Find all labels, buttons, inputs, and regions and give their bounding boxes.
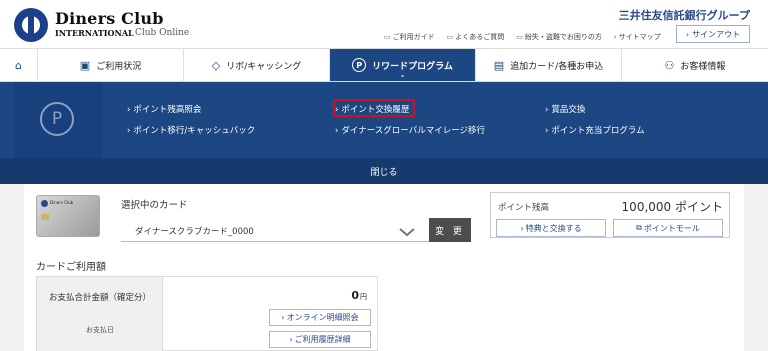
menu-link-balance[interactable]: › ポイント残高照会 <box>127 103 201 115</box>
main-nav: ⌂ ▣ ご利用状況 ◇ リボ/キャッシング P リワードプログラム ⌄ ▤ 追加… <box>0 48 768 82</box>
points-value: 100,000 ポイント <box>621 200 723 214</box>
exchange-rewards-label: 特典と交換する <box>525 223 582 233</box>
point-mall-label: ポイントモール <box>643 223 700 233</box>
clipboard-icon: ▣ <box>79 58 91 72</box>
chevron-right-icon: › <box>685 29 690 39</box>
chevron-right-icon: › <box>520 223 524 233</box>
point-mall-button[interactable]: ⧉ ポイントモール <box>613 219 723 237</box>
usage-amount: 0円 <box>351 289 367 302</box>
p-circle-icon: P <box>40 102 74 136</box>
menu-link-allocation-label: ポイント充当プログラム <box>551 126 645 136</box>
brand-service: Club Online <box>135 28 190 38</box>
points-label: ポイント残高 <box>498 203 550 213</box>
nav-customer[interactable]: ⚇ お客様情報 <box>622 49 768 81</box>
warning-icon: ▭ <box>516 33 523 41</box>
question-icon: ▭ <box>446 33 454 41</box>
diners-logo-icon[interactable] <box>14 8 48 42</box>
usage-history-button[interactable]: › ご利用履歴詳細 <box>269 331 371 348</box>
points-box: ポイント残高 100,000 ポイント › 特典と交換する ⧉ ポイントモール <box>490 192 730 238</box>
menu-link-allocation[interactable]: › ポイント充当プログラム <box>545 124 645 136</box>
usage-row-sub: お支払日 <box>86 326 114 334</box>
menu-link-transfer[interactable]: › ポイント移行/キャッシュバック <box>127 124 255 136</box>
chevron-down-icon <box>399 228 415 237</box>
diamond-icon: ◇ <box>211 58 221 72</box>
signout-button[interactable]: › サインアウト <box>676 25 750 43</box>
usage-title: カードご利用額 <box>36 262 106 273</box>
chevron-right-icon: › <box>281 313 285 322</box>
chevron-right-icon: › <box>127 105 131 115</box>
home-icon: ⌂ <box>15 58 22 72</box>
menu-link-balance-label: ポイント残高照会 <box>133 105 202 115</box>
nav-usage[interactable]: ▣ ご利用状況 <box>38 49 184 81</box>
p-circle-icon: P <box>352 58 367 72</box>
nav-usage-label: ご利用状況 <box>96 61 142 72</box>
document-icon: ▭ <box>384 33 391 41</box>
card-select-value: ダイナースクラブカード_0000 <box>135 226 254 237</box>
change-card-label: 変 更 <box>435 226 465 237</box>
usage-amount-value: 0 <box>351 289 359 302</box>
header: Diners Club INTERNATIONAL Club Online 三井… <box>0 0 768 48</box>
menu-link-prizes-label: 賞品交換 <box>551 105 586 115</box>
nav-home[interactable]: ⌂ <box>0 49 38 81</box>
util-link-faq-label: よくあるご質問 <box>455 33 505 41</box>
external-link-icon: ⧉ <box>636 223 642 232</box>
signout-label: サインアウト <box>692 29 741 39</box>
menu-link-prizes[interactable]: › 賞品交換 <box>545 103 585 115</box>
util-link-faq[interactable]: ▭ よくあるご質問 <box>447 32 505 42</box>
usage-amount-unit: 円 <box>360 293 367 301</box>
card-image: Diners Club <box>36 195 100 237</box>
nav-customer-label: お客様情報 <box>680 61 726 72</box>
page: Diners Club INTERNATIONAL Club Online 三井… <box>0 0 768 351</box>
util-link-sitemap[interactable]: › サイトマップ <box>614 32 661 42</box>
brand-sub: INTERNATIONAL <box>55 28 134 38</box>
chevron-right-icon: › <box>613 33 617 41</box>
rewards-mega-menu: P <box>0 82 768 158</box>
card-logo-icon <box>41 200 48 207</box>
utility-links: ▭ ご利用ガイド ▭ よくあるご質問 ▭ 紛失・盗難でお困りの方 › サイトマップ <box>384 32 661 42</box>
menu-link-mileage[interactable]: › ダイナースグローバルマイレージ移行 <box>335 124 485 136</box>
usage-row-label: お支払合計金額（確定分） <box>48 293 151 303</box>
close-menu-button[interactable]: 閉じる <box>0 158 768 184</box>
main-content: Diners Club 選択中のカード ダイナースクラブカード_0000 変 更… <box>24 184 744 351</box>
nav-add-card-label: 追加カード/各種お申込 <box>510 61 604 72</box>
online-statement-label: オンライン明細照会 <box>286 313 359 322</box>
card-select-label: 選択中のカード <box>121 200 188 211</box>
util-link-lost-label: 紛失・盗難でお困りの方 <box>524 33 602 41</box>
chevron-right-icon: › <box>335 126 339 136</box>
menu-link-transfer-label: ポイント移行/キャッシュバック <box>133 126 256 136</box>
chevron-right-icon: › <box>127 126 131 136</box>
menu-link-mileage-label: ダイナースグローバルマイレージ移行 <box>341 126 486 136</box>
util-link-guide-label: ご利用ガイド <box>392 33 435 41</box>
nav-revolving-label: リボ/キャッシング <box>226 61 302 72</box>
nav-revolving[interactable]: ◇ リボ/キャッシング <box>184 49 330 81</box>
util-link-sitemap-label: サイトマップ <box>618 33 661 41</box>
nav-rewards[interactable]: P リワードプログラム ⌄ <box>330 49 476 81</box>
usage-table: お支払合計金額（確定分） お支払日 0円 › オンライン明細照会 › ご利用履歴… <box>36 276 378 351</box>
util-link-guide[interactable]: ▭ ご利用ガイド <box>384 32 435 42</box>
usage-history-label: ご利用履歴詳細 <box>294 335 351 344</box>
brand-name: Diners Club <box>55 9 164 28</box>
chevron-right-icon: › <box>545 105 549 115</box>
form-icon: ▤ <box>493 58 505 72</box>
util-link-lost[interactable]: ▭ 紛失・盗難でお困りの方 <box>516 32 602 42</box>
chevron-right-icon: › <box>289 335 293 344</box>
highlight-box <box>333 99 415 117</box>
mega-menu-badge: P <box>14 82 102 158</box>
card-chip <box>41 214 49 220</box>
nav-add-card[interactable]: ▤ 追加カード/各種お申込 <box>476 49 622 81</box>
chevron-right-icon: › <box>545 126 549 136</box>
online-statement-button[interactable]: › オンライン明細照会 <box>269 309 371 326</box>
group-name: 三井住友信託銀行グループ <box>618 9 750 22</box>
user-icon: ⚇ <box>664 58 675 72</box>
change-card-button[interactable]: 変 更 <box>429 218 471 242</box>
card-brand-text: Diners Club <box>50 200 74 205</box>
usage-row-header: お支払合計金額（確定分） お支払日 <box>37 277 163 351</box>
chevron-down-icon: ⌄ <box>399 71 406 79</box>
nav-rewards-label: リワードプログラム <box>372 61 453 72</box>
close-menu-label: 閉じる <box>370 167 398 178</box>
exchange-rewards-button[interactable]: › 特典と交換する <box>496 219 606 237</box>
